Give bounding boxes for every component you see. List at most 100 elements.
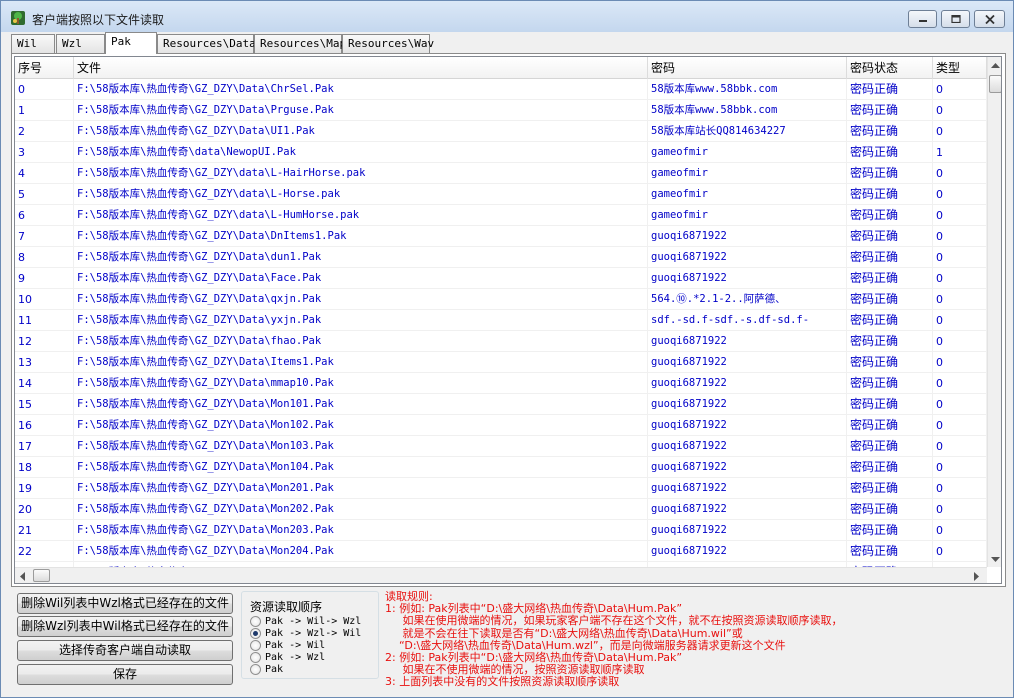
pak-file-list[interactable]: 序号 文件 密码 密码状态 类型 0 F:\58版本库\热血传奇\GZ_DZY\D… [14,56,1002,584]
row-index: 22 [15,541,74,562]
table-row[interactable]: 15 F:\58版本库\热血传奇\GZ_DZY\Data\Mon101.Pak gu… [15,394,987,415]
read-rule-line: 如果在使用微端的情况，如果玩家客户端不存在这个文件，就不在按照资源读取顺序读取， [385,614,843,628]
row-file-path: F:\58版本库\热血传奇\GZ_DZY\Data\qxjn.Pak [74,289,648,310]
read-order-option[interactable]: Pak -> Wil-> Wzl [250,615,361,627]
table-row[interactable]: 1 F:\58版本库\热血传奇\GZ_DZY\Data\Prguse.Pak 58版… [15,100,987,121]
tab-resources-wav[interactable]: Resources\Wav [342,34,434,53]
scroll-right-icon[interactable] [974,572,979,581]
row-password: guoqi6871922 [648,457,847,478]
column-header-index[interactable]: 序号 [15,57,74,79]
horizontal-scroll-thumb[interactable] [33,569,50,582]
tab-resources-map[interactable]: Resources\Map [254,34,346,53]
row-file-path: F:\58版本库\热血传奇\GZ_DZY\data\L-HumHorse.pak [74,205,648,226]
tab-wil[interactable]: Wil [11,34,55,53]
read-order-option[interactable]: Pak -> Wzl-> Wil [250,627,361,639]
table-row[interactable]: 6 F:\58版本库\热血传奇\GZ_DZY\data\L-HumHorse.pa… [15,205,987,226]
table-row[interactable]: 13 F:\58版本库\热血传奇\GZ_DZY\Data\Items1.Pak gu… [15,352,987,373]
read-order-option-label: Pak -> Wil-> Wzl [265,615,362,627]
row-password-status: 密码正确 [847,184,933,205]
row-password-status: 密码正确 [847,478,933,499]
row-password: gameofmir [648,163,847,184]
row-type: 0 [933,520,987,541]
table-row[interactable]: 12 F:\58版本库\热血传奇\GZ_DZY\Data\fhao.Pak guoq… [15,331,987,352]
table-row[interactable]: 18 F:\58版本库\热血传奇\GZ_DZY\Data\Mon104.Pak gu… [15,457,987,478]
row-type: 0 [933,310,987,331]
row-index: 7 [15,226,74,247]
table-row[interactable]: 22 F:\58版本库\热血传奇\GZ_DZY\Data\Mon204.Pak gu… [15,541,987,562]
scroll-up-icon[interactable] [991,63,1000,68]
table-row[interactable]: 0 F:\58版本库\热血传奇\GZ_DZY\Data\ChrSel.Pak 58版… [15,79,987,100]
table-row[interactable]: 10 F:\58版本库\热血传奇\GZ_DZY\Data\qxjn.Pak 564.… [15,289,987,310]
row-password-status: 密码正确 [847,142,933,163]
table-row[interactable]: 2 F:\58版本库\热血传奇\GZ_DZY\Data\UI1.Pak 58版本库站… [15,121,987,142]
maximize-button[interactable] [941,10,970,28]
close-button[interactable] [974,10,1005,28]
table-row[interactable]: 16 F:\58版本库\热血传奇\GZ_DZY\Data\Mon102.Pak gu… [15,415,987,436]
scroll-down-icon[interactable] [991,557,1000,562]
read-order-option[interactable]: Pak -> Wil [250,639,325,651]
read-order-title: 资源读取顺序 [248,598,325,615]
column-header-password[interactable]: 密码 [648,57,847,79]
row-password: gameofmir [648,184,847,205]
tab-wzl[interactable]: Wzl [56,34,105,53]
row-index: 3 [15,142,74,163]
column-header-type[interactable]: 类型 [933,57,987,79]
title-bar[interactable]: 客户端按照以下文件读取 [1,1,1013,32]
row-password-status: 密码正确 [847,163,933,184]
table-row[interactable]: 7 F:\58版本库\热血传奇\GZ_DZY\Data\DnItems1.Pak g… [15,226,987,247]
table-row[interactable]: 4 F:\58版本库\热血传奇\GZ_DZY\data\L-HairHorse.p… [15,163,987,184]
row-index: 6 [15,205,74,226]
table-row[interactable]: 9 F:\58版本库\热血传奇\GZ_DZY\Data\Face.Pak guoqi… [15,268,987,289]
radio-button[interactable] [250,651,261,663]
auto-read-client-button[interactable]: 选择传奇客户端自动读取 [17,640,233,661]
column-header-password-status[interactable]: 密码状态 [847,57,933,79]
table-row[interactable]: 19 F:\58版本库\热血传奇\GZ_DZY\Data\Mon201.Pak gu… [15,478,987,499]
row-type: 0 [933,121,987,142]
vertical-scroll-thumb[interactable] [989,75,1001,93]
row-file-path: F:\58版本库\热血传奇\GZ_DZY\data\L-HairHorse.pa… [74,163,648,184]
row-index: 18 [15,457,74,478]
row-file-path: F:\58版本库\热血传奇\GZ_DZY\Data\ChrSel.Pak [74,79,648,100]
row-index: 9 [15,268,74,289]
radio-button[interactable] [250,615,261,627]
row-file-path: F:\58版本库\热血传奇\data\NewopUI.Pak [74,142,648,163]
table-row[interactable]: 21 F:\58版本库\热血传奇\GZ_DZY\Data\Mon203.Pak gu… [15,520,987,541]
radio-button[interactable] [250,663,261,675]
row-password: 58版本库www.58bbk.com [648,79,847,100]
read-rule-line: 3: 上面列表中没有的文件按照资源读取顺序读取 [385,675,620,689]
table-row[interactable]: 5 F:\58版本库\热血传奇\GZ_DZY\data\L-Horse.pak ga… [15,184,987,205]
row-password: 564.⑩.*2.1-2..阿萨德、 [648,289,847,310]
delete-wil-duplicates-in-wzl-button[interactable]: 删除Wzl列表中Wil格式已经存在的文件 [17,616,233,637]
row-file-path: F:\58版本库\热血传奇\GZ_DZY\Data\Mon202.Pak [74,499,648,520]
row-type: 0 [933,226,987,247]
row-index: 8 [15,247,74,268]
tab-resources-data[interactable]: Resources\Data [157,34,256,53]
table-row[interactable]: 14 F:\58版本库\热血传奇\GZ_DZY\Data\mmap10.Pak gu… [15,373,987,394]
read-order-option[interactable]: Pak [250,663,283,675]
row-file-path: F:\58版本库\热血传奇\GZ_DZY\Data\Face.Pak [74,268,648,289]
row-file-path: F:\58版本库\热血传奇\GZ_DZY\Data\Mon201.Pak [74,478,648,499]
save-button[interactable]: 保存 [17,664,233,685]
row-password: guoqi6871922 [648,226,847,247]
read-order-option[interactable]: Pak -> Wzl [250,651,325,663]
column-header-file[interactable]: 文件 [74,57,648,79]
radio-button[interactable] [250,639,261,651]
table-row[interactable]: 8 F:\58版本库\热血传奇\GZ_DZY\Data\dun1.Pak guoqi… [15,247,987,268]
row-password-status: 密码正确 [847,100,933,121]
scroll-left-icon[interactable] [20,572,25,581]
row-index: 10 [15,289,74,310]
vertical-scrollbar[interactable] [987,57,1001,567]
table-row[interactable]: 17 F:\58版本库\热血传奇\GZ_DZY\Data\Mon103.Pak gu… [15,436,987,457]
table-row[interactable]: 3 F:\58版本库\热血传奇\data\NewopUI.Pak gameofmir… [15,142,987,163]
radio-button[interactable] [250,627,261,639]
delete-wzl-duplicates-in-wil-button[interactable]: 删除Wil列表中Wzl格式已经存在的文件 [17,593,233,614]
row-password: guoqi6871922 [648,436,847,457]
horizontal-scrollbar[interactable] [15,567,987,583]
table-row[interactable]: 20 F:\58版本库\热血传奇\GZ_DZY\Data\Mon202.Pak gu… [15,499,987,520]
minimize-button[interactable] [908,10,937,28]
row-index: 13 [15,352,74,373]
row-file-path: F:\58版本库\热血传奇\GZ_DZY\Data\UI1.Pak [74,121,648,142]
tab-pak[interactable]: Pak [105,32,157,54]
main-window: 客户端按照以下文件读取 Wil Wzl Pak Resources\Data R… [0,0,1014,698]
table-row[interactable]: 11 F:\58版本库\热血传奇\GZ_DZY\Data\yxjn.Pak sdf.… [15,310,987,331]
